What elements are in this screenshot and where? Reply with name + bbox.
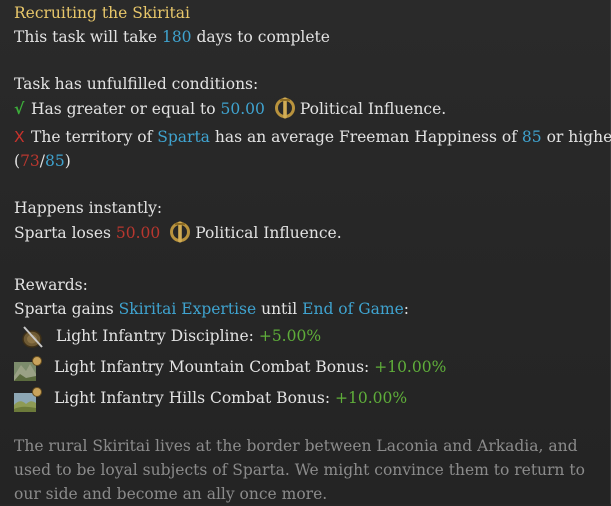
duration-days: 180 xyxy=(161,27,192,46)
rewards-text-2: until xyxy=(261,299,298,318)
reward-label: Light Infantry Discipline: xyxy=(56,326,254,345)
instant-text-2: Political Influence. xyxy=(195,223,342,242)
condition-place: Sparta xyxy=(157,128,210,146)
rewards-colon: : xyxy=(403,299,410,318)
condition-text: The territory of xyxy=(31,128,153,146)
instant-text: Sparta loses xyxy=(14,223,111,242)
duration-prefix: This task will take xyxy=(14,27,158,46)
duration-suffix: days to complete xyxy=(196,27,330,46)
reward-value: +10.00% xyxy=(374,357,447,376)
hills-icon xyxy=(14,386,44,412)
progress-current: 73 xyxy=(20,151,40,170)
task-tooltip: Recruiting the Skiritai This task will t… xyxy=(0,0,611,504)
instant-effect: Sparta loses 50.00 Political Influence. xyxy=(14,221,610,251)
cross-icon: X xyxy=(14,128,25,146)
reward-value: +5.00% xyxy=(258,326,322,345)
condition-text: Has greater or equal to xyxy=(31,99,216,118)
task-description: The rural Skiritai lives at the border b… xyxy=(14,437,585,503)
checkmark-icon: √ xyxy=(14,99,25,118)
political-influence-icon xyxy=(169,221,191,251)
rewards-text: Sparta gains xyxy=(14,299,114,318)
modifier-link[interactable]: Skiritai Expertise xyxy=(119,300,257,318)
instant-header: Happens instantly: xyxy=(14,199,163,217)
shield-icon xyxy=(20,325,46,349)
task-duration: This task will take 180 days to complete xyxy=(14,26,610,50)
condition-text-2: Political Influence. xyxy=(299,99,447,118)
condition-text-2: has an average Freeman Happiness of xyxy=(214,128,517,146)
progress-close: ) xyxy=(64,151,71,170)
task-title: Recruiting the Skiritai xyxy=(14,4,190,22)
rewards-header: Rewards: xyxy=(14,276,88,294)
reward-item: Light Infantry Hills Combat Bonus: +10.0… xyxy=(14,383,610,414)
reward-label: Light Infantry Mountain Combat Bonus: xyxy=(54,357,370,376)
conditions-header: Task has unfulfilled conditions: xyxy=(14,75,259,93)
condition-value: 85 xyxy=(521,128,542,146)
condition-text-3: or higher. xyxy=(546,128,611,146)
condition-progress: (73/85) xyxy=(14,150,610,174)
duration-link[interactable]: End of Game xyxy=(302,300,404,318)
progress-target: 85 xyxy=(45,151,65,170)
political-influence-icon xyxy=(274,97,296,127)
mountain-icon xyxy=(14,355,44,381)
reward-value: +10.00% xyxy=(334,388,408,407)
reward-label: Light Infantry Hills Combat Bonus: xyxy=(54,388,331,407)
rewards-summary: Sparta gains Skiritai Expertise until En… xyxy=(14,298,610,322)
condition-met: √ Has greater or equal to 50.00 Political… xyxy=(14,97,610,127)
condition-value: 50.00 xyxy=(220,99,265,118)
condition-unmet: X The territory of Sparta has an average … xyxy=(14,126,611,150)
reward-item: Light Infantry Mountain Combat Bonus: +1… xyxy=(14,352,610,383)
instant-value: 50.00 xyxy=(115,223,161,242)
reward-item: Light Infantry Discipline: +5.00% xyxy=(20,321,610,352)
